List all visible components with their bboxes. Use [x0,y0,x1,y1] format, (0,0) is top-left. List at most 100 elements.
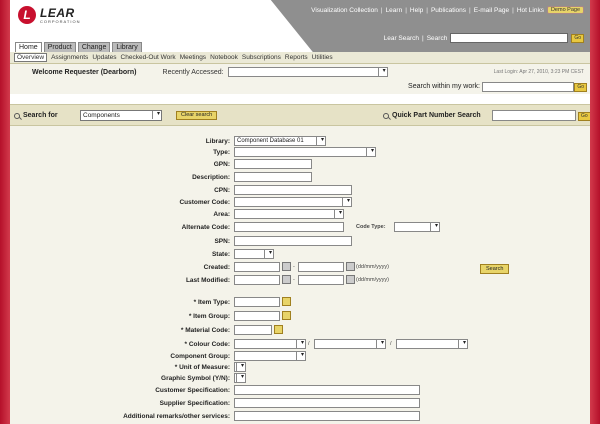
calendar-icon[interactable] [282,262,291,271]
subnav-utilities[interactable]: Utilities [312,54,333,61]
demo-page-button[interactable]: Demo Page [546,6,584,14]
link-separator: | [512,6,514,14]
search-icon [383,112,389,119]
gpn-input[interactable] [234,159,312,169]
subnav-updates[interactable]: Updates [92,54,116,61]
quick-part-number-label: Quick Part Number Search [383,112,481,119]
picker-icon[interactable] [282,311,291,320]
header-search-go-button[interactable]: Go [571,33,584,43]
tab-home[interactable]: Home [15,42,42,52]
search-for-select[interactable]: Components [80,110,162,121]
type-select[interactable] [234,147,376,157]
spn-input[interactable] [234,236,352,246]
item-type-input[interactable] [234,297,280,307]
link-separator: | [426,6,428,14]
date-format-hint: (dd/mm/yyyy) [356,264,389,270]
clear-search-button[interactable]: Clear search [176,111,218,120]
link-separator: | [469,6,471,14]
colour-code-select-1[interactable] [234,339,306,349]
date-separator: - [293,264,295,270]
description-label: Description: [192,174,230,181]
subnav-checked-out-work[interactable]: Checked-Out Work [121,54,176,61]
quick-part-number-input[interactable] [492,110,576,121]
sub-navigation: Overview Assignments Updates Checked-Out… [10,52,590,64]
welcome-bar: Welcome Requester (Dearborn) Recently Ac… [10,64,590,80]
colour-code-label: * Colour Code: [184,341,231,348]
header: L LEAR CORPORATION Visualization Collect… [10,0,590,52]
tab-library[interactable]: Library [112,42,142,52]
state-select[interactable] [234,249,274,259]
calendar-icon[interactable] [346,262,355,271]
link-publications[interactable]: Publications [431,7,466,14]
additional-remarks-label: Additional remarks/other services: [123,413,230,420]
search-link[interactable]: Search [427,35,448,42]
link-learn[interactable]: Learn [386,7,403,14]
search-for-text: Search for [23,112,58,119]
calendar-icon[interactable] [282,275,291,284]
slide-frame-left [0,0,10,424]
cpn-input[interactable] [234,185,352,195]
subnav-reports[interactable]: Reports [285,54,308,61]
item-type-label: * Item Type: [193,299,230,306]
alternate-code-select-2[interactable] [394,222,440,232]
colour-code-select-3[interactable] [396,339,468,349]
header-search: Lear Search | Search Go [384,33,584,43]
colour-code-select-2[interactable] [314,339,386,349]
created-input-1[interactable] [234,262,280,272]
lear-search-link[interactable]: Lear Search [384,35,419,42]
alternate-code-input-1[interactable] [234,222,344,232]
subnav-overview[interactable]: Overview [14,53,48,62]
cpn-label: CPN: [214,187,230,194]
subnav-meetings[interactable]: Meetings [180,54,206,61]
library-select[interactable]: Component Database 01 [234,136,326,146]
picker-icon[interactable] [274,325,283,334]
library-label: Library: [205,138,230,145]
last-modified-input-1[interactable] [234,275,280,285]
link-visualization-collection[interactable]: Visualization Collection [311,7,378,14]
link-email-page[interactable]: E-mail Page [474,7,509,14]
customer-specification-input[interactable] [234,385,420,395]
logo-mark-icon: L [18,6,36,24]
item-group-input[interactable] [234,311,280,321]
customer-code-select[interactable] [234,197,352,207]
last-login-text: Last Login: Apr 27, 2010, 3:23 PM CEST [493,69,584,75]
supplier-specification-input[interactable] [234,398,420,408]
link-separator: | [422,34,424,42]
subnav-notebook[interactable]: Notebook [210,54,238,61]
unit-of-measure-select[interactable] [234,362,246,372]
link-separator: | [380,6,383,14]
tab-change[interactable]: Change [77,42,111,52]
graphic-symbol-select[interactable] [234,373,246,383]
component-group-select[interactable] [234,351,306,361]
quick-part-go-button[interactable]: Go [578,112,590,121]
customer-specification-label: Customer Specification: [155,387,230,394]
last-modified-input-2[interactable] [298,275,344,285]
link-help[interactable]: Help [410,7,423,14]
search-within-go-button[interactable]: Go [574,83,587,92]
subnav-subscriptions[interactable]: Subscriptions [242,54,281,61]
tab-product[interactable]: Product [43,42,76,52]
subnav-assignments[interactable]: Assignments [51,54,88,61]
link-hot-links[interactable]: Hot Links [517,7,544,14]
search-bar: Search for Components Clear search Quick… [10,104,590,126]
main-tabs: Home Product Change Library [15,42,142,52]
type-label: Type: [213,149,230,156]
gpn-label: GPN: [213,161,230,168]
search-within-row: Search within my work: Go [10,80,590,94]
calendar-icon[interactable] [346,275,355,284]
picker-icon[interactable] [282,297,291,306]
customer-code-label: Customer Code: [179,199,230,206]
lear-logo: L LEAR CORPORATION [18,6,80,24]
area-select[interactable] [234,209,344,219]
search-button[interactable]: Search [480,264,510,274]
date-separator: - [293,277,295,283]
material-code-input[interactable] [234,325,272,335]
created-input-2[interactable] [298,262,344,272]
description-input[interactable] [234,172,312,182]
welcome-text: Welcome Requester (Dearborn) [32,68,137,76]
additional-remarks-input[interactable] [234,411,420,421]
recently-accessed-select[interactable] [227,67,388,77]
link-separator: | [405,6,407,14]
search-within-input[interactable] [482,82,574,92]
header-search-input[interactable] [450,33,569,43]
